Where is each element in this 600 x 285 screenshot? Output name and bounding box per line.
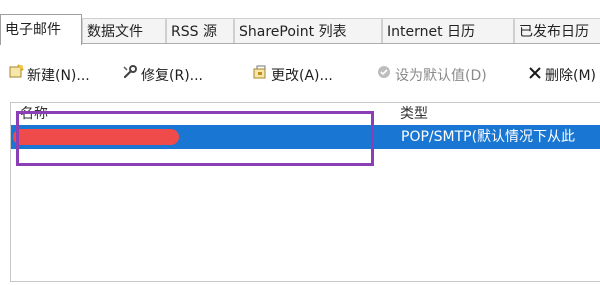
tab-email[interactable]: 电子邮件	[0, 14, 82, 45]
change-button-label: 更改(A)...	[271, 68, 333, 84]
new-account-icon	[8, 64, 24, 88]
tab-internet-calendars[interactable]: Internet 日历	[382, 18, 514, 44]
change-account-icon	[252, 64, 268, 88]
tab-bar: 电子邮件 数据文件 RSS 源 SharePoint 列表 Internet 日…	[0, 0, 600, 45]
change-button[interactable]: 更改(A)...	[252, 64, 333, 88]
tab-published-calendars[interactable]: 已发布日历	[514, 18, 600, 44]
tab-sharepoint-lists[interactable]: SharePoint 列表	[234, 18, 382, 44]
account-type: POP/SMTP(默认情况下从此	[401, 129, 576, 145]
repair-button[interactable]: 修复(R)...	[122, 64, 203, 88]
repair-button-label: 修复(R)...	[141, 68, 204, 84]
delete-button-label: 删除(M)	[545, 68, 597, 84]
account-toolbar: 新建(N)... 修复(R)... 更改(A)... 设为默认值(D) 删除(M…	[0, 44, 600, 102]
set-default-button[interactable]: 设为默认值(D)	[376, 64, 487, 88]
set-default-button-label: 设为默认值(D)	[395, 68, 487, 84]
delete-button[interactable]: 删除(M)	[528, 64, 596, 88]
highlight-box	[16, 111, 374, 166]
tab-rss-feeds[interactable]: RSS 源	[166, 18, 234, 44]
wrench-icon	[122, 64, 138, 88]
new-button[interactable]: 新建(N)...	[8, 64, 90, 88]
default-check-icon	[376, 64, 392, 88]
tab-data-files[interactable]: 数据文件	[82, 18, 166, 44]
column-header-type[interactable]: 类型	[400, 104, 428, 124]
new-button-label: 新建(N)...	[27, 68, 90, 84]
close-icon	[528, 64, 542, 88]
